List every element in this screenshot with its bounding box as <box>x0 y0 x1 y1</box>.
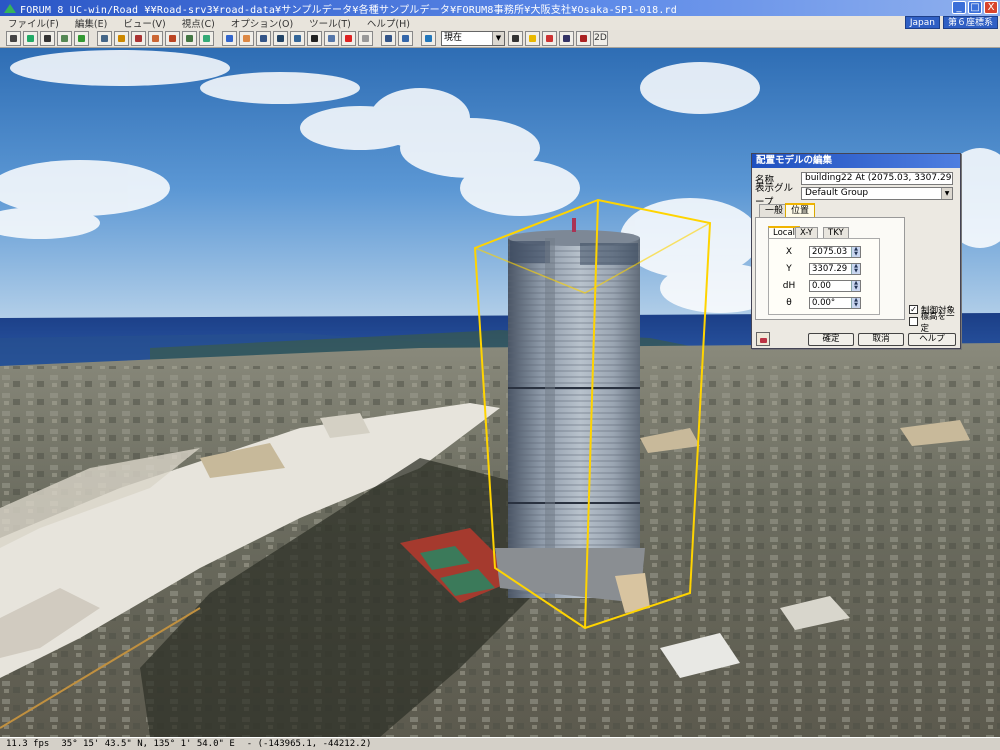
group-row: 表示グループ Default Group ▼ <box>755 183 953 208</box>
fixed-elevation-label: 標高を一定 <box>920 311 955 334</box>
arrows-icon[interactable] <box>273 31 288 46</box>
group-select-value: Default Group <box>805 188 869 198</box>
x-value: 2075.03 <box>812 247 848 257</box>
sync-icon[interactable] <box>182 31 197 46</box>
theta-label: θ <box>786 298 792 308</box>
y-field[interactable]: 3307.29 ▲ ▼ <box>809 263 861 275</box>
cancel-button[interactable]: 取消 <box>858 333 904 346</box>
theta-value: 0.00° <box>812 298 836 308</box>
menu-bar: ファイル(F) 編集(E) ビュー(V) 視点(C) オプション(O) ツール(… <box>0 16 1000 30</box>
x-row: X 2075.03 ▲ ▼ <box>769 246 881 258</box>
3d-viewport[interactable] <box>0 48 1000 737</box>
light-icon[interactable] <box>239 31 254 46</box>
window-title: FORUM 8 UC-win/Road ¥¥Road-srv3¥road-dat… <box>20 4 677 16</box>
signal-icon[interactable] <box>324 31 339 46</box>
plane-icon[interactable] <box>290 31 305 46</box>
control-target-checkbox[interactable]: ✓ <box>909 305 918 314</box>
group-select[interactable]: Default Group ▼ <box>801 187 953 200</box>
y-spinner[interactable]: ▲ ▼ <box>851 264 860 274</box>
position-panel: Local X-Y TKY X 2075.03 ▲ ▼ Y 3307.29 ▲ ▼ … <box>755 217 905 320</box>
window-controls: _ □ X <box>952 1 998 14</box>
locale-indicator[interactable]: Japan <box>904 16 940 29</box>
name-field[interactable]: building22 At (2075.03, 3307.29) <box>801 172 953 185</box>
project-icon[interactable] <box>6 31 21 46</box>
fixed-elevation-checkbox-row[interactable]: 標高を一定 <box>909 312 960 334</box>
menu-tools[interactable]: ツール(T) <box>301 16 359 30</box>
mode-2d-button[interactable]: 2D <box>593 31 608 46</box>
settings-icon[interactable] <box>222 31 237 46</box>
minimize-button[interactable]: _ <box>952 1 966 14</box>
coord-system-indicator[interactable]: 第６座標系 <box>942 16 998 29</box>
x-field[interactable]: 2075.03 ▲ ▼ <box>809 246 861 258</box>
x-spinner[interactable]: ▲ ▼ <box>851 247 860 257</box>
fixed-elevation-checkbox[interactable] <box>909 317 918 326</box>
chevron-down-icon: ▼ <box>492 32 504 45</box>
dh-label: dH <box>782 281 796 291</box>
maximize-button[interactable]: □ <box>968 1 982 14</box>
car-icon[interactable] <box>148 31 163 46</box>
bus-icon[interactable] <box>381 31 396 46</box>
dh-spinner[interactable]: ▲ ▼ <box>851 281 860 291</box>
pause-yellow-icon[interactable] <box>525 31 540 46</box>
latlon-readout: 35° 15' 43.5" N, 135° 1' 54.0" E <box>61 739 235 749</box>
palette-icon[interactable] <box>165 31 180 46</box>
y-row: Y 3307.29 ▲ ▼ <box>769 263 881 275</box>
stop-icon[interactable] <box>542 31 557 46</box>
pause-icon[interactable] <box>358 31 373 46</box>
x-label: X <box>785 247 793 257</box>
menu-help[interactable]: ヘルプ(H) <box>359 16 418 30</box>
close-button[interactable]: X <box>984 1 998 14</box>
menu-camera[interactable]: 視点(C) <box>174 16 223 30</box>
road-icon[interactable] <box>23 31 38 46</box>
time-select-value: 現在 <box>444 33 463 43</box>
menu-view[interactable]: ビュー(V) <box>115 16 173 30</box>
coords-readout: - (-143965.1, -44212.2) <box>246 739 372 749</box>
traffic-icon[interactable] <box>398 31 413 46</box>
vehicle-icon[interactable] <box>114 31 129 46</box>
flag-icon[interactable] <box>576 31 591 46</box>
dh-field[interactable]: 0.00 ▲ ▼ <box>809 280 861 292</box>
menu-file[interactable]: ファイル(F) <box>0 16 67 30</box>
bridge-icon[interactable] <box>131 31 146 46</box>
main-toolbar: 現在 ▼ 2D <box>0 30 1000 48</box>
title-bar: FORUM 8 UC-win/Road ¥¥Road-srv3¥road-dat… <box>0 0 1000 16</box>
lock-icon[interactable] <box>756 332 770 346</box>
dialog-title: 配置モデルの編集 <box>752 154 960 168</box>
fps-readout: 11.3 fps <box>6 739 50 749</box>
y-value: 3307.29 <box>812 264 848 274</box>
move-icon[interactable] <box>256 31 271 46</box>
skip-back-icon[interactable] <box>559 31 574 46</box>
scene-render[interactable] <box>0 48 1000 737</box>
status-bar: 11.3 fps 35° 15' 43.5" N, 135° 1' 54.0" … <box>0 737 1000 750</box>
tab-position[interactable]: 位置 <box>785 203 816 217</box>
weather-icon[interactable] <box>307 31 322 46</box>
edit-model-dialog: 配置モデルの編集 名称 building22 At (2075.03, 3307… <box>751 153 961 349</box>
menu-edit[interactable]: 編集(E) <box>67 16 115 30</box>
local-coords-panel: X 2075.03 ▲▼ Y 3307.29 ▲▼ dH 0.00 ▲▼ <box>768 238 880 315</box>
theta-row: θ 0.00° ▲ ▼ <box>769 297 881 309</box>
chevron-down-icon: ▼ <box>941 188 952 199</box>
theta-spinner[interactable]: ▲ ▼ <box>851 298 860 308</box>
dh-value: 0.00 <box>812 281 831 291</box>
dh-row: dH 0.00 ▲ ▼ <box>769 280 881 292</box>
time-select[interactable]: 現在 ▼ <box>441 31 505 46</box>
app-logo-icon <box>3 2 17 14</box>
world-icon[interactable] <box>199 31 214 46</box>
sun-icon[interactable] <box>421 31 436 46</box>
tree-icon[interactable] <box>74 31 89 46</box>
gear-icon[interactable] <box>508 31 523 46</box>
help-button[interactable]: ヘルプ <box>908 333 956 346</box>
theta-field[interactable]: 0.00° ▲ ▼ <box>809 297 861 309</box>
walker-icon[interactable] <box>57 31 72 46</box>
document-icon[interactable] <box>97 31 112 46</box>
ok-button[interactable]: 確定 <box>808 333 854 346</box>
person-icon[interactable] <box>40 31 55 46</box>
menu-options[interactable]: オプション(O) <box>223 16 301 30</box>
y-label: Y <box>786 264 792 274</box>
sign-icon[interactable] <box>341 31 356 46</box>
